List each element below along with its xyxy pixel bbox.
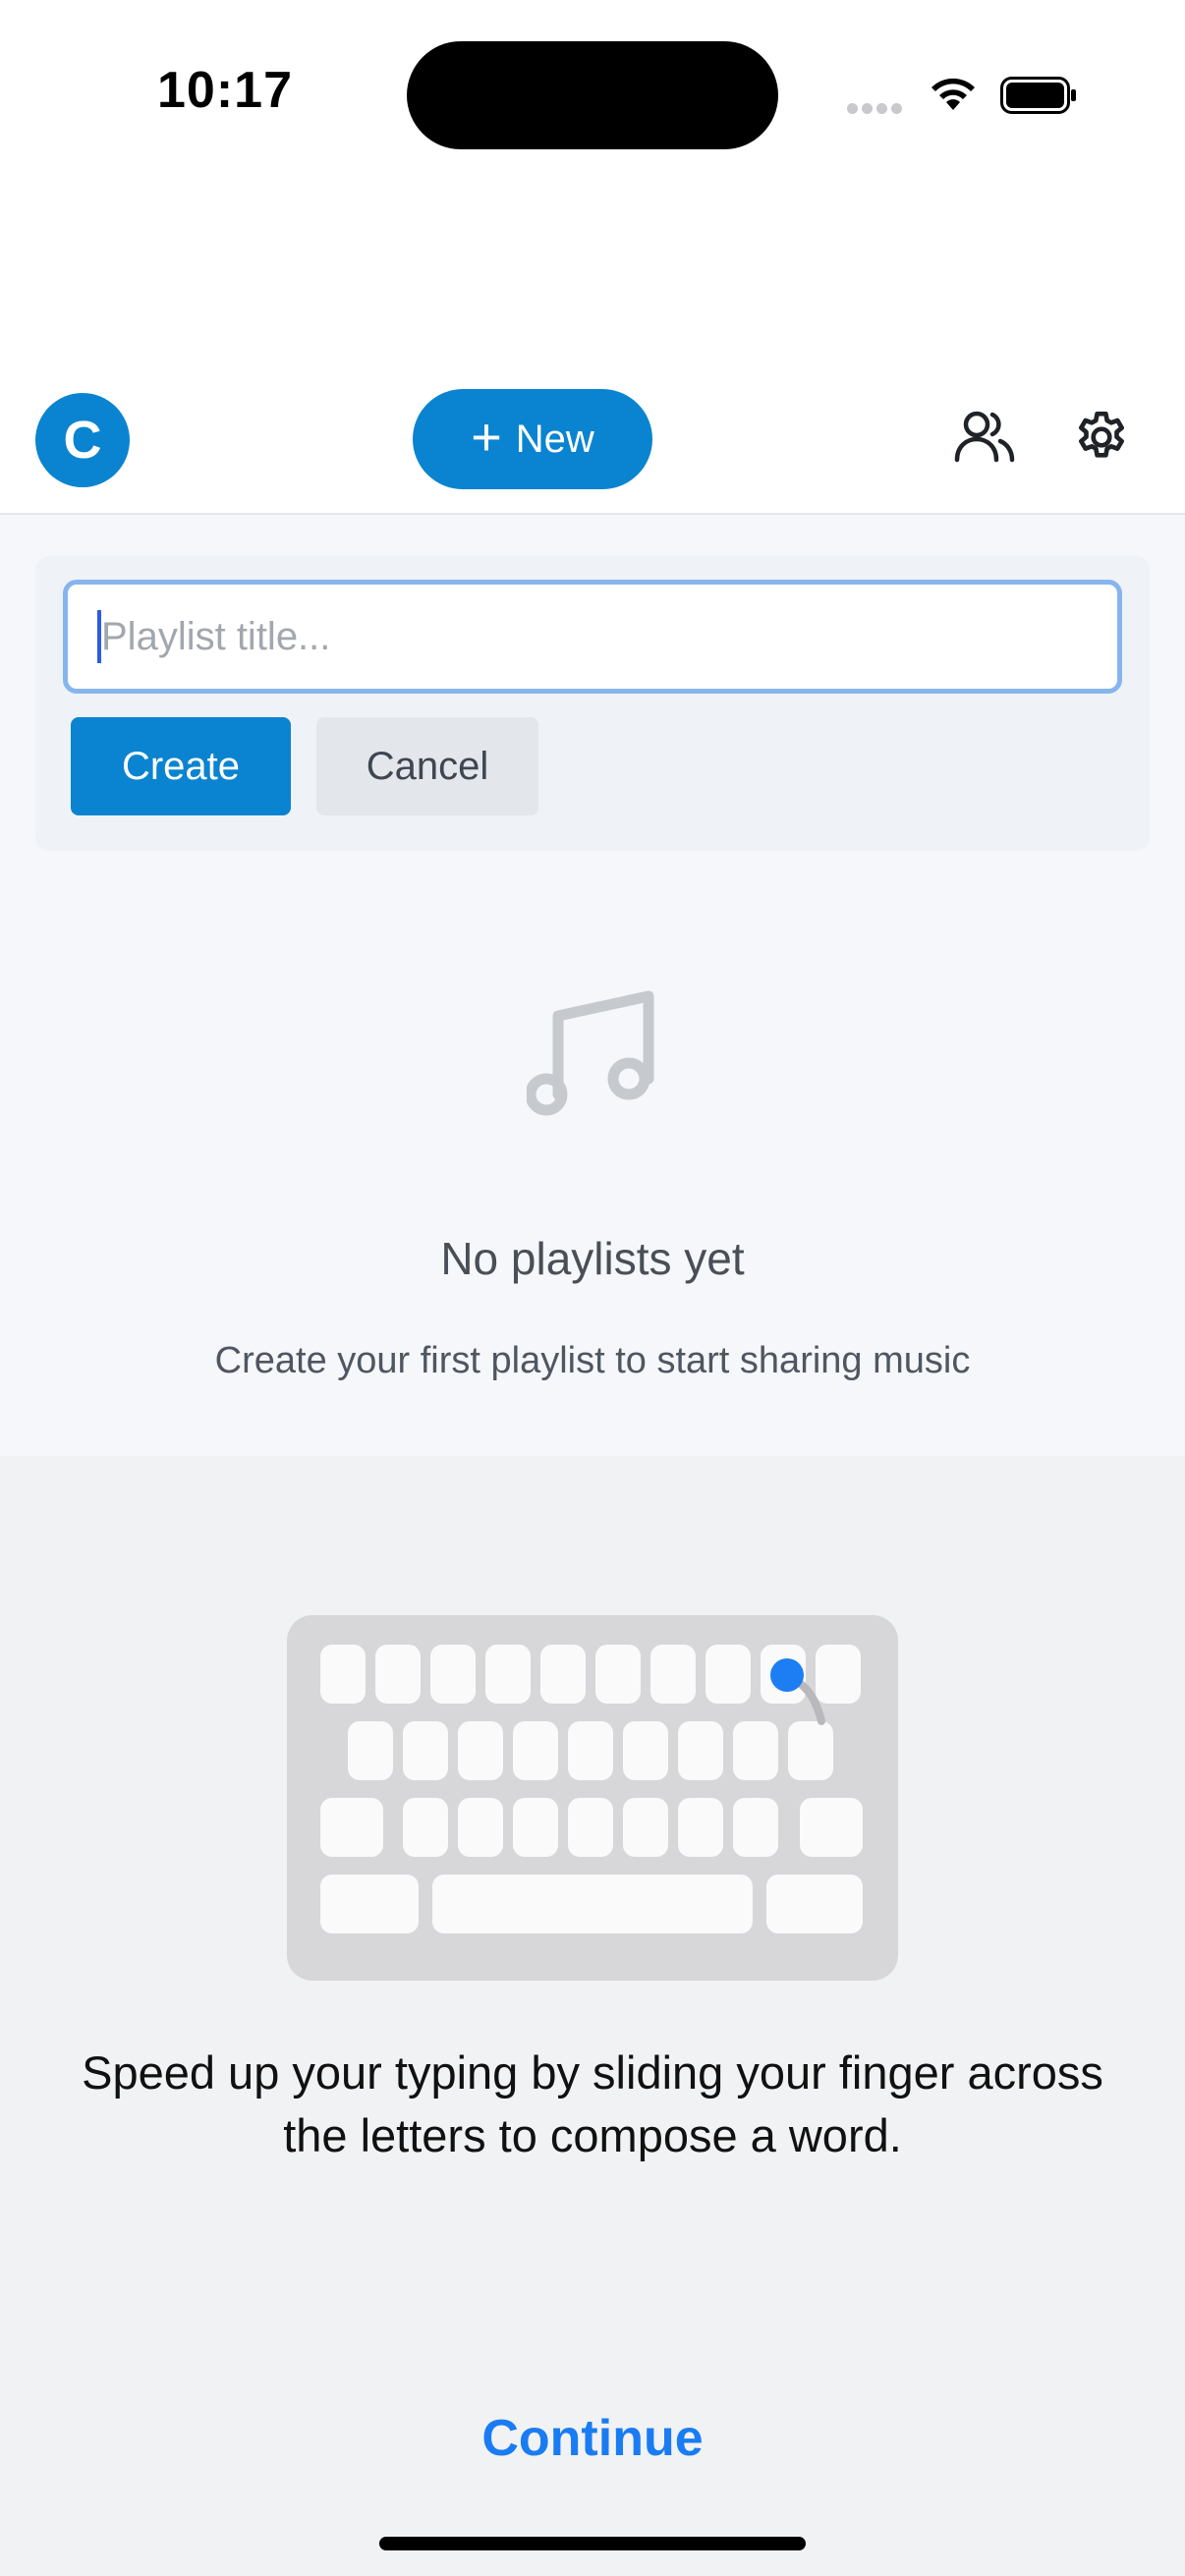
key [513,1721,558,1780]
key [678,1798,723,1857]
key [458,1798,503,1857]
key [513,1798,558,1857]
spacebar-key [432,1875,753,1933]
key [568,1798,613,1857]
key [733,1798,778,1857]
new-button-label: New [515,417,594,461]
key [485,1645,531,1704]
key [678,1721,723,1780]
key [375,1645,421,1704]
playlist-title-placeholder: Playlist title... [101,614,331,658]
key [320,1645,366,1704]
plus-icon: + [471,408,502,467]
key [403,1798,448,1857]
key [595,1645,641,1704]
key [403,1721,448,1780]
gear-icon[interactable] [1071,407,1132,473]
wifi-icon [928,75,979,119]
friends-icon[interactable] [953,407,1016,473]
key [320,1875,419,1933]
keyboard-illustration [287,1615,898,1981]
swipe-finger-dot [770,1658,804,1692]
empty-state-subtitle: Create your first playlist to start shar… [214,1340,971,1381]
continue-button[interactable]: Continue [0,2409,1185,2468]
keyboard-tip-text: Speed up your typing by sliding your fin… [82,2046,1103,2161]
new-playlist-button[interactable]: + New [413,389,652,489]
key [540,1645,586,1704]
music-note-icon [525,986,656,1121]
key [705,1645,751,1704]
key [800,1798,863,1857]
empty-state-title: No playlists yet [440,1233,745,1284]
key [766,1875,863,1933]
dynamic-island [407,41,778,149]
key [623,1798,668,1857]
playlist-title-input[interactable]: Playlist title... [63,580,1122,694]
avatar[interactable]: C [35,393,130,487]
key [348,1721,393,1780]
home-indicator [379,2537,806,2550]
battery-icon [1000,77,1077,114]
key [568,1721,613,1780]
key [623,1721,668,1780]
key [733,1721,778,1780]
status-time: 10:17 [157,62,293,119]
key [320,1798,383,1857]
create-button[interactable]: Create [71,717,291,815]
key [458,1721,503,1780]
cancel-button[interactable]: Cancel [316,717,538,815]
key [430,1645,476,1704]
cellular-signal-icon [847,101,906,119]
key [650,1645,696,1704]
